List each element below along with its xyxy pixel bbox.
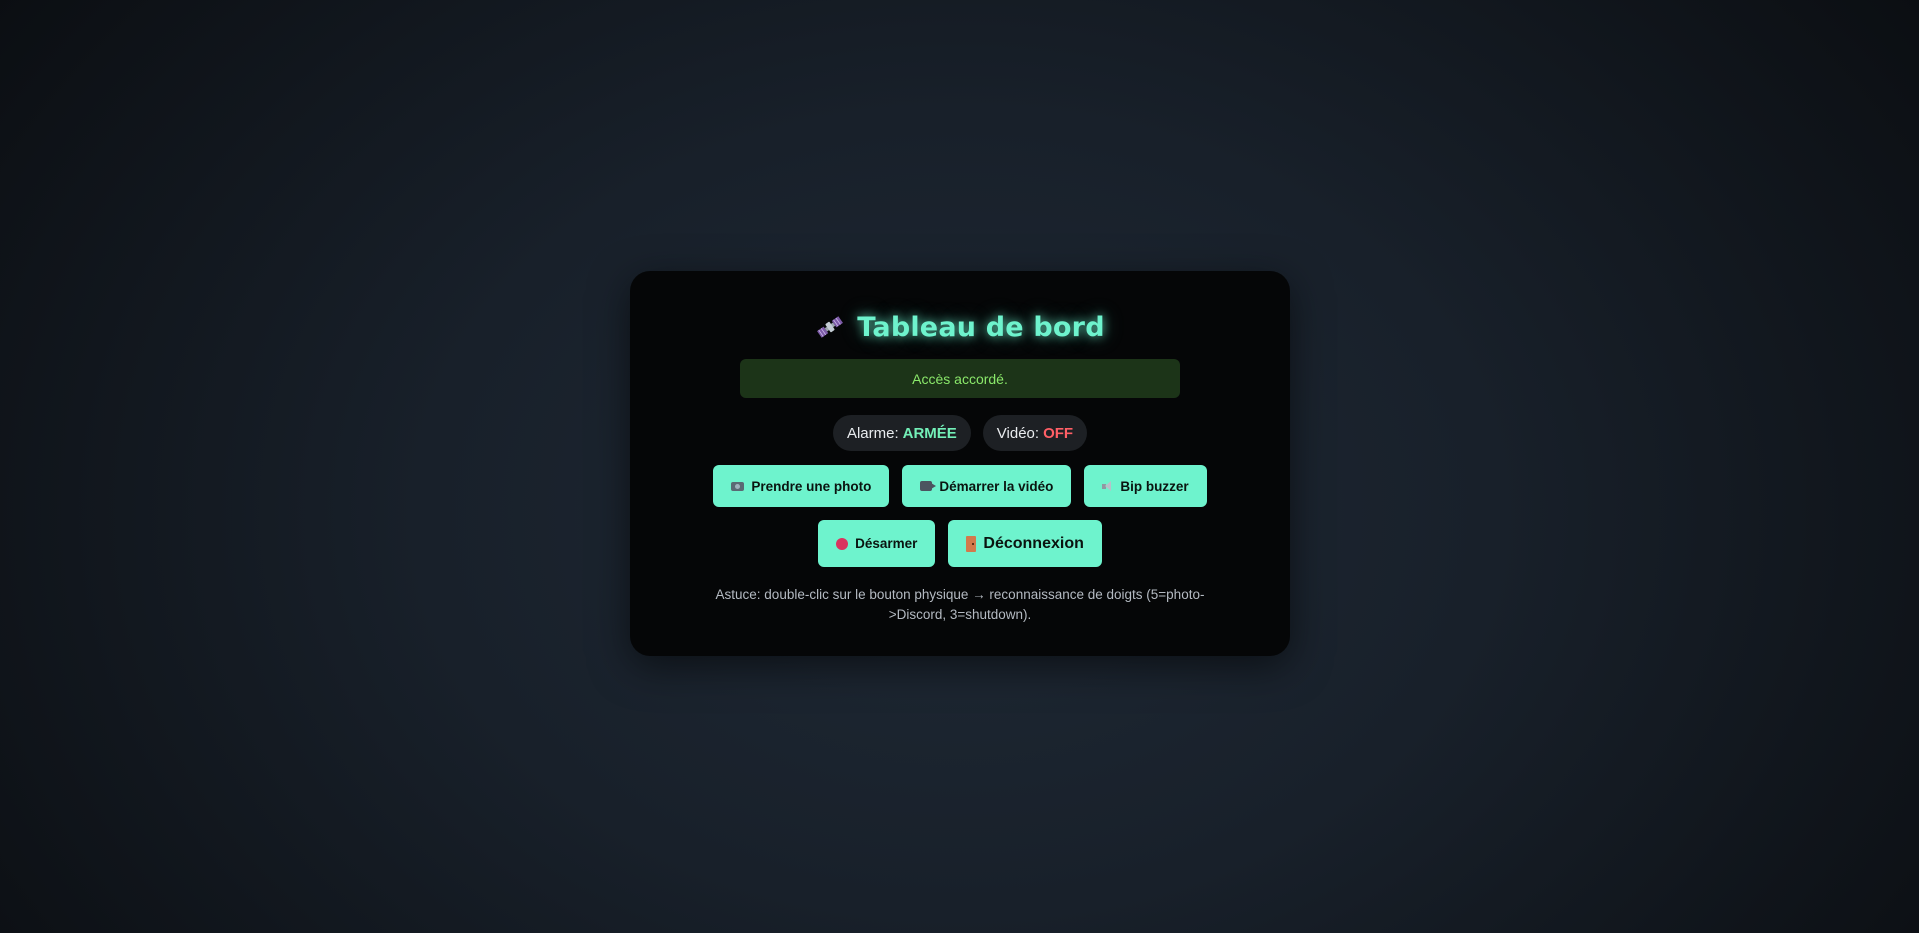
camera-icon	[731, 481, 745, 491]
red-circle-icon	[836, 537, 849, 550]
action-row-primary: Prendre une photo Démarrer la vidéo Bip …	[713, 465, 1207, 507]
page-title: Tableau de bord	[857, 311, 1105, 343]
action-row-secondary: Désarmer Déconnexion	[818, 520, 1102, 567]
speaker-icon	[1102, 480, 1113, 492]
video-camera-icon	[920, 481, 937, 491]
buzzer-button[interactable]: Bip buzzer	[1084, 465, 1207, 507]
status-pills: Alarme: ARMÉE Vidéo: OFF	[832, 415, 1088, 451]
video-status-value: OFF	[1043, 424, 1074, 442]
dashboard-card: Tableau de bord Accès accordé. Alarme: A…	[630, 271, 1290, 656]
disarm-button[interactable]: Désarmer	[818, 520, 936, 567]
buzzer-label: Bip buzzer	[1120, 478, 1189, 494]
take-photo-label: Prendre une photo	[751, 478, 872, 494]
disarm-label: Désarmer	[855, 536, 918, 551]
take-photo-button[interactable]: Prendre une photo	[713, 465, 890, 507]
access-alert: Accès accordé.	[740, 359, 1180, 398]
alarm-status-badge: Alarme: ARMÉE	[832, 415, 971, 451]
start-video-label: Démarrer la vidéo	[939, 478, 1054, 494]
video-status-label: Vidéo:	[996, 424, 1040, 442]
hint-text: Astuce: double-clic sur le bouton physiq…	[715, 587, 1205, 622]
door-icon	[966, 535, 977, 552]
logout-button[interactable]: Déconnexion	[948, 520, 1102, 567]
satellite-icon	[815, 312, 845, 342]
logout-label: Déconnexion	[983, 534, 1084, 552]
video-status-badge: Vidéo: OFF	[982, 415, 1088, 451]
alarm-status-value: ARMÉE	[902, 424, 957, 442]
title-row: Tableau de bord	[815, 307, 1105, 347]
start-video-button[interactable]: Démarrer la vidéo	[902, 465, 1072, 507]
alarm-status-label: Alarme:	[846, 424, 899, 442]
alert-message: Accès accordé.	[912, 370, 1008, 387]
